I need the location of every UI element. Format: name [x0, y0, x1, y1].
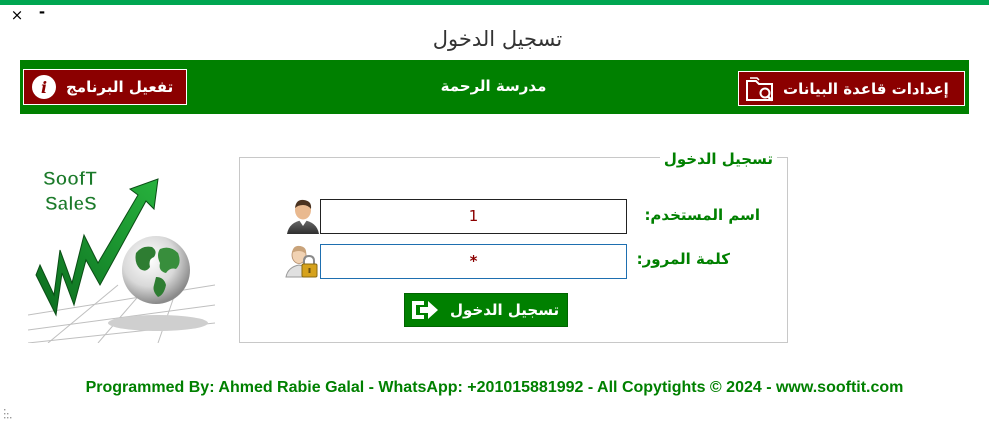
- logo-text-line2: SaleS: [45, 194, 97, 215]
- login-arrow-icon: [410, 297, 440, 323]
- resize-grip-icon[interactable]: [3, 406, 12, 420]
- database-settings-button[interactable]: إعدادات قاعدة البيانات: [738, 71, 965, 106]
- password-label: كلمة المرور:: [636, 250, 730, 268]
- activate-program-label: تفعيل البرنامج: [66, 78, 174, 96]
- login-button-label: تسجيل الدخول: [450, 301, 560, 319]
- username-input[interactable]: 1: [320, 199, 627, 234]
- activate-program-button[interactable]: i تفعيل البرنامج: [23, 69, 187, 105]
- close-button[interactable]: ×: [10, 7, 24, 23]
- login-group-box: تسجيل الدخول اسم المستخدم: 1 كلمة المرور…: [239, 150, 788, 343]
- login-button[interactable]: تسجيل الدخول: [404, 293, 568, 327]
- minimize-button[interactable]: -: [36, 4, 48, 20]
- logo-text-line1: SoofT: [43, 169, 97, 190]
- school-name: مدرسة الرحمة: [440, 77, 547, 95]
- info-icon: i: [32, 75, 56, 99]
- user-lock-icon: [284, 243, 320, 279]
- username-value: 1: [468, 207, 479, 225]
- user-icon: [284, 198, 322, 234]
- username-label: اسم المستخدم:: [644, 206, 760, 224]
- database-settings-label: إعدادات قاعدة البيانات: [783, 79, 949, 98]
- login-group-legend: تسجيل الدخول: [659, 150, 777, 168]
- top-accent-bar: [0, 0, 989, 5]
- sooft-sales-logo: SoofT SaleS: [27, 165, 216, 344]
- password-value: *: [469, 252, 478, 270]
- footer-credits: Programmed By: Ahmed Rabie Galal - Whats…: [85, 379, 904, 396]
- folder-search-icon: [745, 75, 775, 103]
- password-input[interactable]: *: [320, 244, 627, 279]
- window-title: تسجيل الدخول: [432, 27, 563, 51]
